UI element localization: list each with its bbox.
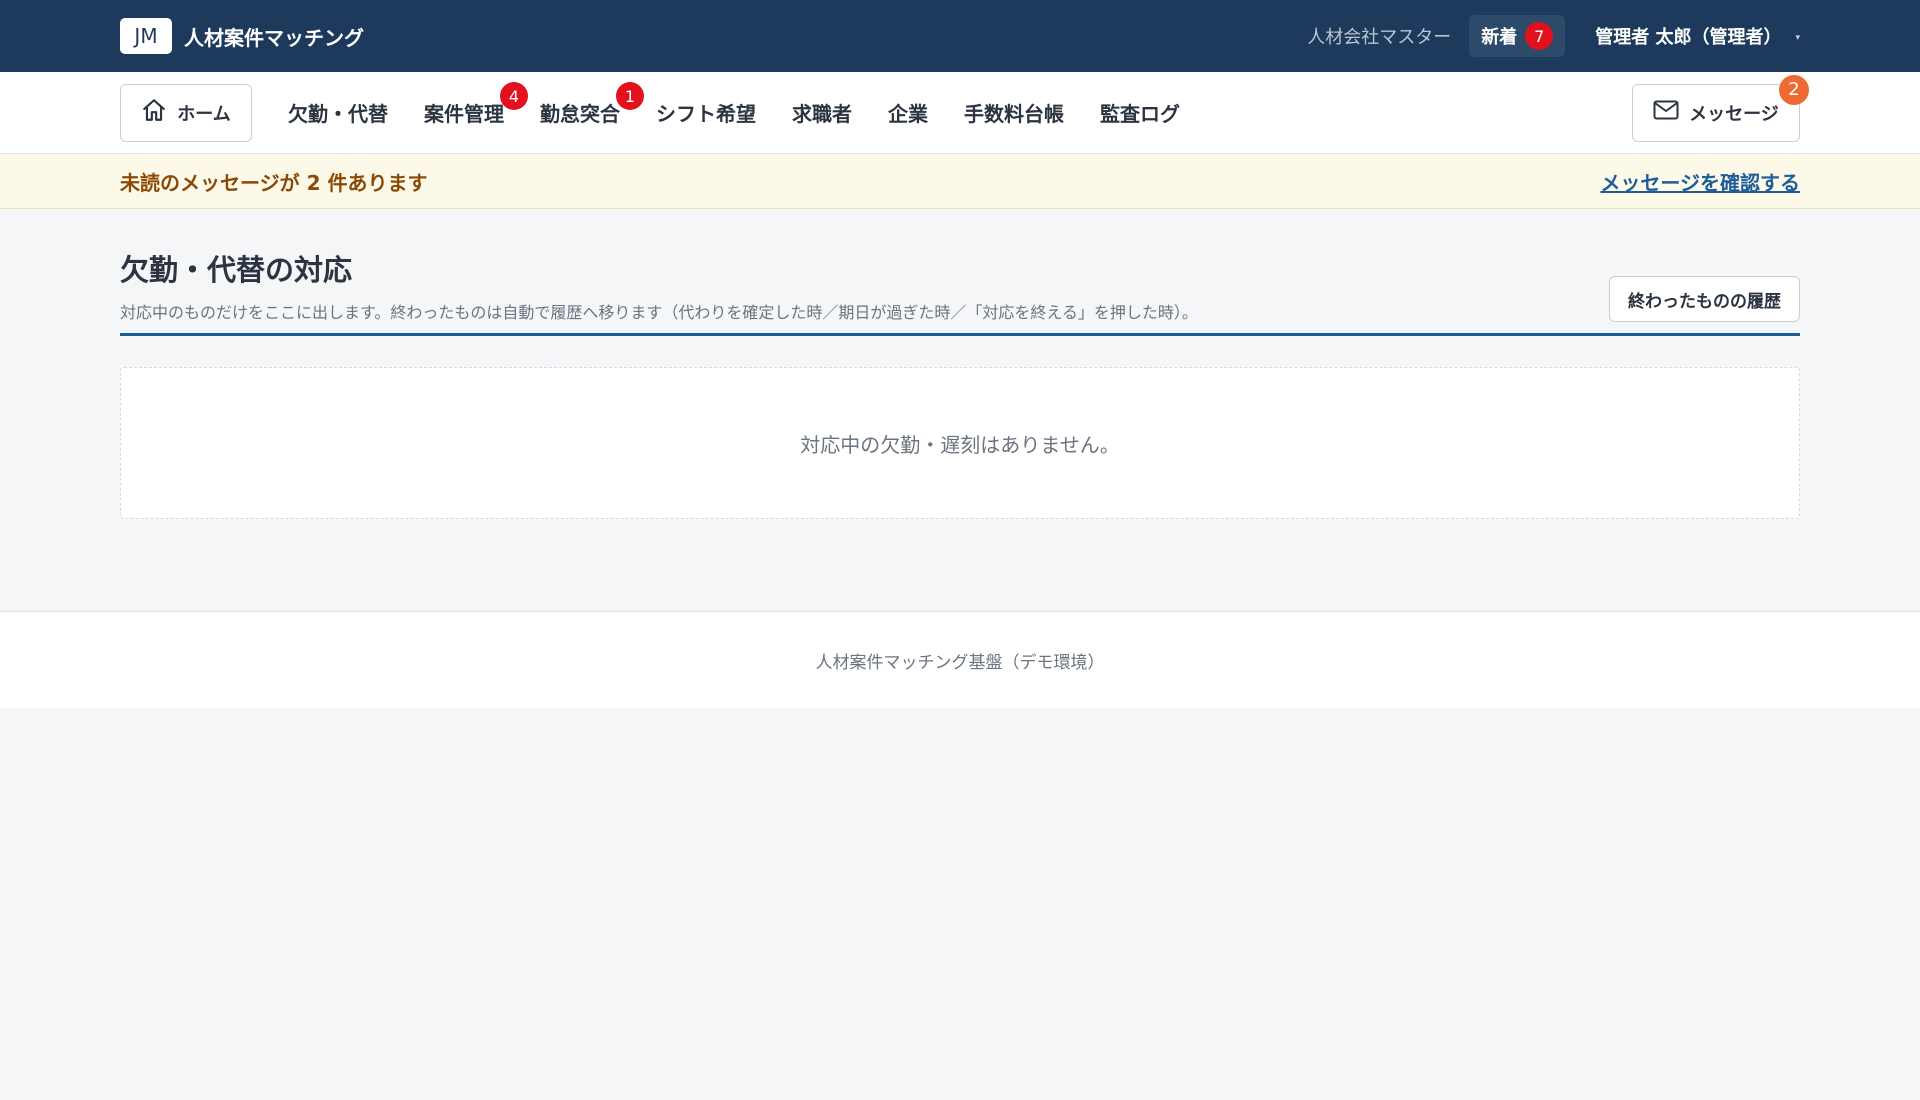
empty-state: 対応中の欠勤・遅刻はありません。 (120, 367, 1800, 519)
main-nav: ホーム 欠勤・代替 案件管理 4 勤怠突合 1 シフト希望 求職者 企業 手数料… (0, 72, 1920, 154)
empty-state-text: 対応中の欠勤・遅刻はありません。 (800, 432, 1120, 457)
nav-count-badge: 1 (616, 82, 644, 110)
nav-item-label: 手数料台帳 (964, 102, 1064, 126)
main-content: 欠勤・代替の対応 対応中のものだけをここに出します。終わったものは自動で履歴へ移… (0, 209, 1920, 611)
nav-item-label: 企業 (888, 102, 928, 126)
check-messages-link[interactable]: メッセージを確認する (1600, 167, 1800, 196)
header-right: 人材会社マスター 新着 7 管理者 太郎（管理者） ▾ (1307, 15, 1800, 57)
app-title: 人材案件マッチング (184, 25, 364, 50)
nav-item-label: 求職者 (792, 102, 852, 126)
page-header: 欠勤・代替の対応 対応中のものだけをここに出します。終わったものは自動で履歴へ移… (120, 247, 1800, 336)
nav-item-companies[interactable]: 企業 (888, 98, 928, 127)
user-name: 管理者 太郎（管理者） (1595, 27, 1782, 48)
nav-item-audit-log[interactable]: 監査ログ (1100, 98, 1180, 127)
messages-label: メッセージ (1689, 103, 1779, 125)
top-header: JM 人材案件マッチング 人材会社マスター 新着 7 管理者 太郎（管理者） ▾ (0, 0, 1920, 72)
footer-text: 人材案件マッチング基盤（デモ環境） (815, 652, 1105, 673)
messages-button[interactable]: メッセージ 2 (1632, 74, 1809, 142)
tenant-name: 人材会社マスター (1307, 27, 1452, 48)
home-button[interactable]: ホーム (120, 83, 252, 142)
messages-count-badge: 2 (1779, 74, 1809, 105)
nav-item-label: 案件管理 (424, 102, 504, 126)
new-notifications-button[interactable]: 新着 7 (1469, 15, 1566, 57)
user-menu[interactable]: 管理者 太郎（管理者） ▾ (1595, 23, 1800, 49)
page-header-text: 欠勤・代替の対応 対応中のものだけをここに出します。終わったものは自動で履歴へ移… (120, 247, 1198, 323)
page-description: 対応中のものだけをここに出します。終わったものは自動で履歴へ移ります（代わりを確… (120, 303, 1198, 322)
nav-item-label: 勤怠突合 (540, 102, 620, 126)
new-count-badge: 7 (1525, 22, 1554, 50)
nav-item-label: 監査ログ (1100, 102, 1180, 126)
nav-item-fee-ledger[interactable]: 手数料台帳 (964, 98, 1064, 127)
nav-item-label: シフト希望 (656, 102, 756, 126)
chevron-down-icon: ▾ (1795, 33, 1800, 43)
nav-left: ホーム 欠勤・代替 案件管理 4 勤怠突合 1 シフト希望 求職者 企業 手数料… (120, 82, 1180, 142)
home-icon (141, 97, 167, 128)
nav-item-shift-requests[interactable]: シフト希望 (656, 98, 756, 127)
new-label: 新着 (1481, 27, 1518, 48)
page-title: 欠勤・代替の対応 (120, 253, 353, 287)
nav-item-attendance[interactable]: 勤怠突合 1 (540, 82, 644, 127)
nav-count-badge: 4 (500, 82, 528, 110)
unread-notice-banner: 未読のメッセージが 2 件あります メッセージを確認する (0, 154, 1920, 209)
app-logo: JM (120, 18, 172, 54)
home-label: ホーム (177, 103, 231, 125)
nav-item-label: 欠勤・代替 (288, 102, 388, 126)
history-button[interactable]: 終わったものの履歴 (1609, 276, 1800, 322)
brand[interactable]: JM 人材案件マッチング (120, 18, 364, 54)
nav-item-absence[interactable]: 欠勤・代替 (288, 98, 388, 127)
unread-notice-text: 未読のメッセージが 2 件あります (120, 170, 428, 195)
footer: 人材案件マッチング基盤（デモ環境） (0, 611, 1920, 708)
nav-item-projects[interactable]: 案件管理 4 (424, 82, 528, 127)
mail-icon (1653, 99, 1679, 126)
nav-item-job-seekers[interactable]: 求職者 (792, 98, 852, 127)
